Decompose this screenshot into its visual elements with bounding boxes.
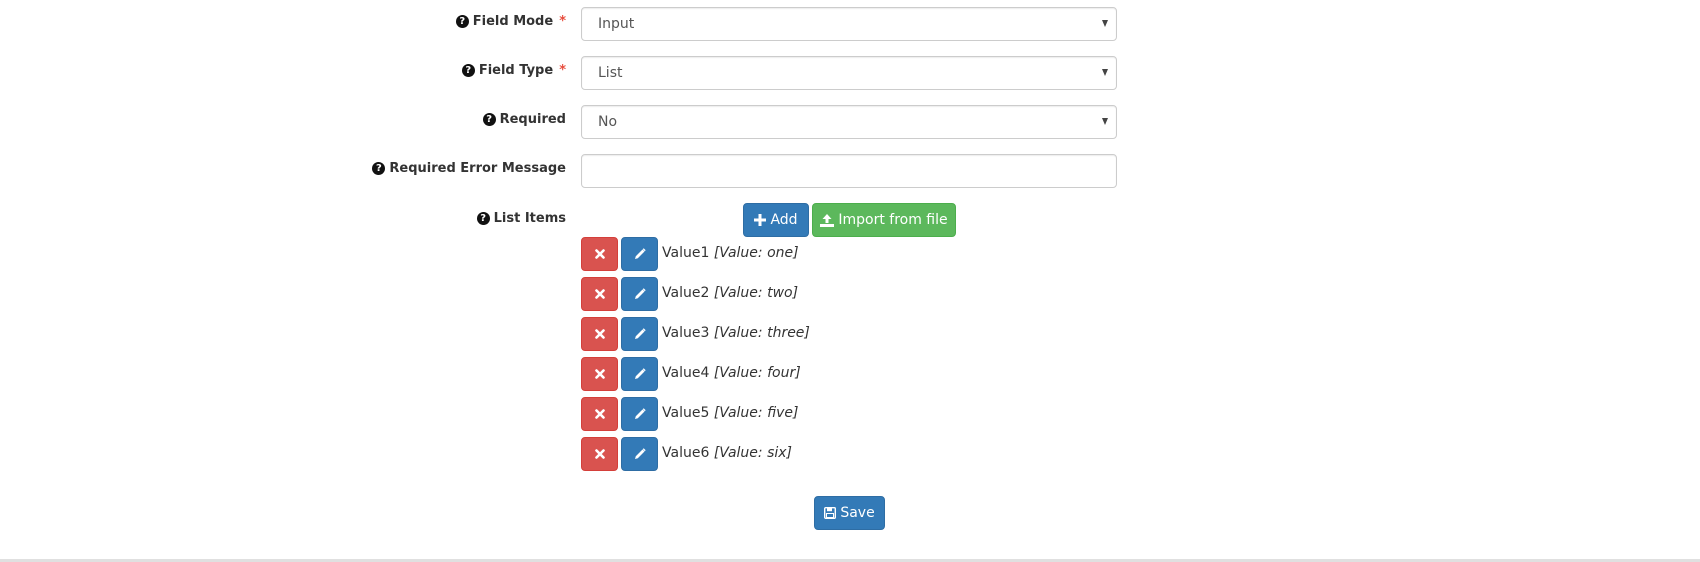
field-mode-label: ? Field Mode * [455,14,566,29]
list-item-value: [Value: three] [713,325,810,341]
required-value: No [598,114,618,130]
import-from-file-button[interactable]: Import from file [812,203,956,237]
floppy-disk-icon [824,507,837,519]
pencil-icon [634,448,646,459]
list-item-text: Value2 [Value: two] [662,285,798,301]
required-label-text: Required [499,112,566,127]
dropdown-caret-icon [1102,69,1108,76]
field-type-select[interactable]: List [581,56,1117,90]
list-items-label: ? List Items [476,211,566,226]
pencil-icon [634,248,646,259]
delete-item-button[interactable] [581,317,618,351]
list-item-value: [Value: four] [713,365,801,381]
close-icon [594,409,605,419]
pencil-icon [634,408,646,419]
close-icon [594,249,605,259]
edit-item-button[interactable] [621,397,658,431]
delete-item-button[interactable] [581,357,618,391]
field-type-value: List [598,65,623,81]
field-type-label-text: Field Type [478,63,554,78]
plus-icon [754,214,767,226]
edit-item-button[interactable] [621,437,658,471]
pencil-icon [634,288,646,299]
close-icon [594,449,605,459]
help-icon[interactable]: ? [461,64,475,77]
list-item-name: Value4 [662,365,710,381]
list-item-value: [Value: one] [713,245,799,261]
upload-icon [820,213,835,227]
list-item-text: Value5 [Value: five] [662,405,798,421]
list-item-value: [Value: six] [713,445,793,461]
list-item-name: Value6 [662,445,710,461]
list-item-text: Value4 [Value: four] [662,365,801,381]
delete-item-button[interactable] [581,237,618,271]
field-mode-select[interactable]: Input [581,7,1117,41]
list-item-text: Value6 [Value: six] [662,445,792,461]
list-item-name: Value3 [662,325,710,341]
field-type-label: ? Field Type * [461,63,566,78]
add-button[interactable]: Add [743,203,809,237]
list-item-name: Value2 [662,285,710,301]
required-asterisk: * [559,14,566,29]
help-icon[interactable]: ? [372,162,386,175]
help-icon[interactable]: ? [482,113,496,126]
dropdown-caret-icon [1102,118,1108,125]
help-icon[interactable]: ? [455,15,469,28]
close-icon [594,289,605,299]
field-mode-value: Input [598,16,635,32]
list-item-value: [Value: five] [713,405,799,421]
help-icon[interactable]: ? [476,212,490,225]
field-mode-label-text: Field Mode [472,14,554,29]
close-icon [594,369,605,379]
edit-item-button[interactable] [621,317,658,351]
delete-item-button[interactable] [581,277,618,311]
list-item-value: [Value: two] [713,285,799,301]
dropdown-caret-icon [1102,20,1108,27]
required-select[interactable]: No [581,105,1117,139]
add-button-label: Add [770,212,798,228]
edit-item-button[interactable] [621,237,658,271]
delete-item-button[interactable] [581,397,618,431]
edit-item-button[interactable] [621,357,658,391]
save-button[interactable]: Save [814,496,885,530]
required-error-message-input[interactable] [581,154,1117,188]
pencil-icon [634,328,646,339]
required-asterisk: * [559,63,566,78]
import-button-label: Import from file [838,212,948,228]
save-button-label: Save [840,505,875,521]
required-error-message-label: ? Required Error Message [372,161,566,176]
list-item-text: Value3 [Value: three] [662,325,810,341]
list-item-name: Value5 [662,405,710,421]
required-label: ? Required [482,112,566,127]
list-items-label-text: List Items [493,211,566,226]
list-item-text: Value1 [Value: one] [662,245,799,261]
pencil-icon [634,368,646,379]
delete-item-button[interactable] [581,437,618,471]
close-icon [594,329,605,339]
list-item-name: Value1 [662,245,710,261]
required-error-message-label-text: Required Error Message [389,161,566,176]
edit-item-button[interactable] [621,277,658,311]
